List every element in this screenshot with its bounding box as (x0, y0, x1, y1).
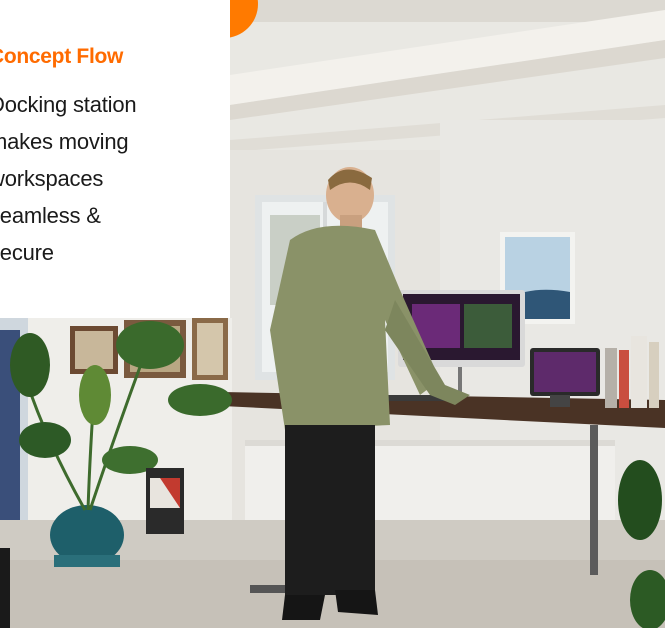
card-body: Docking station makes moving workspaces … (0, 86, 137, 271)
info-card: Concept Flow Docking station makes movin… (0, 0, 230, 318)
card-line: seamless & (0, 203, 101, 228)
card-line: workspaces (0, 166, 104, 191)
card-line: makes moving (0, 129, 129, 154)
card-line: Docking station (0, 92, 137, 117)
card-line: secure (0, 240, 54, 265)
card-title: Concept Flow (0, 45, 124, 68)
